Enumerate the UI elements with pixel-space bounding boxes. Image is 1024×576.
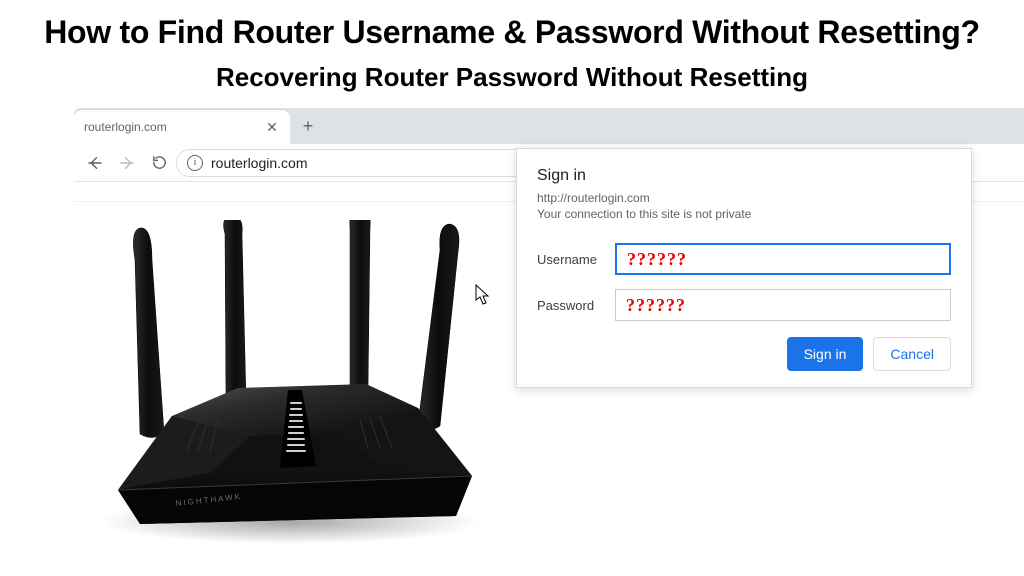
new-tab-button[interactable]: +: [296, 114, 320, 138]
dialog-title: Sign in: [537, 167, 951, 185]
password-label: Password: [537, 298, 615, 313]
dialog-note: Your connection to this site is not priv…: [537, 207, 951, 221]
signin-dialog: Sign in http://routerlogin.com Your conn…: [516, 148, 972, 388]
signin-button[interactable]: Sign in: [787, 337, 864, 371]
page-title: How to Find Router Username & Password W…: [0, 14, 1024, 51]
dialog-url: http://routerlogin.com: [537, 191, 951, 205]
address-text: routerlogin.com: [211, 155, 308, 171]
back-button[interactable]: [80, 148, 110, 178]
reload-button[interactable]: [144, 148, 174, 178]
close-icon[interactable]: ✕: [264, 119, 280, 135]
browser-tab[interactable]: routerlogin.com ✕: [74, 110, 290, 144]
arrow-left-icon: [86, 154, 104, 172]
password-field[interactable]: ??????: [615, 289, 951, 321]
tab-title: routerlogin.com: [84, 120, 264, 134]
router-image: NIGHTHAWK: [80, 220, 500, 550]
info-icon[interactable]: i: [187, 155, 203, 171]
cancel-button[interactable]: Cancel: [873, 337, 951, 371]
username-field[interactable]: ??????: [615, 243, 951, 275]
page-subtitle: Recovering Router Password Without Reset…: [0, 62, 1024, 93]
arrow-right-icon: [118, 154, 136, 172]
tab-bar: routerlogin.com ✕ +: [74, 108, 1024, 144]
forward-button[interactable]: [112, 148, 142, 178]
username-label: Username: [537, 252, 615, 267]
reload-icon: [151, 154, 168, 171]
